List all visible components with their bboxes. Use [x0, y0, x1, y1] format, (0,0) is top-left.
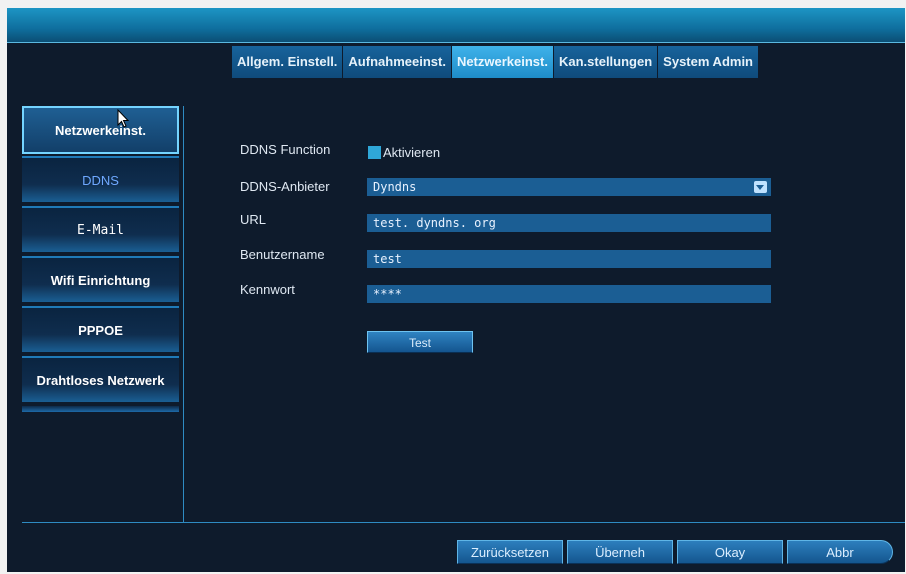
- tab-kanstellungen[interactable]: Kan.stellungen: [553, 46, 658, 78]
- okay-button[interactable]: Okay: [677, 540, 783, 564]
- apply-button[interactable]: Überneh: [567, 540, 673, 564]
- aktivieren-checkbox[interactable]: [368, 146, 381, 159]
- tab-aufnahmeeinst[interactable]: Aufnahmeeinst.: [343, 46, 451, 78]
- top-tab-bar: Allgem. Einstell. Aufnahmeeinst. Netzwer…: [232, 46, 759, 78]
- tab-system-admin[interactable]: System Admin: [658, 46, 758, 78]
- reset-button[interactable]: Zurücksetzen: [457, 540, 563, 564]
- horizontal-divider: [22, 522, 905, 523]
- cancel-button[interactable]: Abbr: [787, 540, 893, 564]
- chevron-down-icon[interactable]: [754, 181, 767, 193]
- vertical-divider: [183, 106, 184, 522]
- ddns-provider-label: DDNS-Anbieter: [240, 179, 330, 194]
- url-input[interactable]: test. dyndns. org: [367, 214, 771, 232]
- sidebar-item-email-label: E-Mail: [77, 222, 124, 238]
- sidebar-item-email[interactable]: E-Mail: [22, 206, 179, 252]
- username-input[interactable]: test: [367, 250, 771, 268]
- ddns-provider-select[interactable]: Dyndns: [367, 178, 771, 196]
- ddns-function-label: DDNS Function: [240, 142, 331, 157]
- username-label: Benutzername: [240, 247, 325, 262]
- sidebar: Netzwerkeinst. DDNS E-Mail Wifi Einricht…: [22, 106, 179, 412]
- sidebar-item-drahtloses-netzwerk[interactable]: Drahtloses Netzwerk: [22, 356, 179, 402]
- mouse-cursor-icon: [117, 109, 130, 128]
- password-input[interactable]: ****: [367, 285, 771, 303]
- sidebar-item-ddns[interactable]: DDNS: [22, 156, 179, 202]
- test-button[interactable]: Test: [367, 331, 473, 353]
- url-label: URL: [240, 212, 267, 227]
- password-label: Kennwort: [240, 282, 295, 297]
- sidebar-item-wifi-einrichtung[interactable]: Wifi Einrichtung: [22, 256, 179, 302]
- tab-netzwerkeinst[interactable]: Netzwerkeinst.: [451, 46, 553, 78]
- sidebar-divider: [22, 406, 179, 412]
- aktivieren-label: Aktivieren: [383, 145, 441, 160]
- ddns-provider-value: Dyndns: [373, 180, 417, 194]
- sidebar-item-netzwerkeinst[interactable]: Netzwerkeinst.: [22, 106, 179, 154]
- sidebar-item-pppoe[interactable]: PPPOE: [22, 306, 179, 352]
- footer-buttons: Zurücksetzen Überneh Okay Abbr: [457, 540, 897, 564]
- dvr-settings-screen: Allgem. Einstell. Aufnahmeeinst. Netzwer…: [7, 8, 905, 572]
- title-bar: [7, 8, 905, 43]
- tab-allgem-einstell[interactable]: Allgem. Einstell.: [232, 46, 343, 78]
